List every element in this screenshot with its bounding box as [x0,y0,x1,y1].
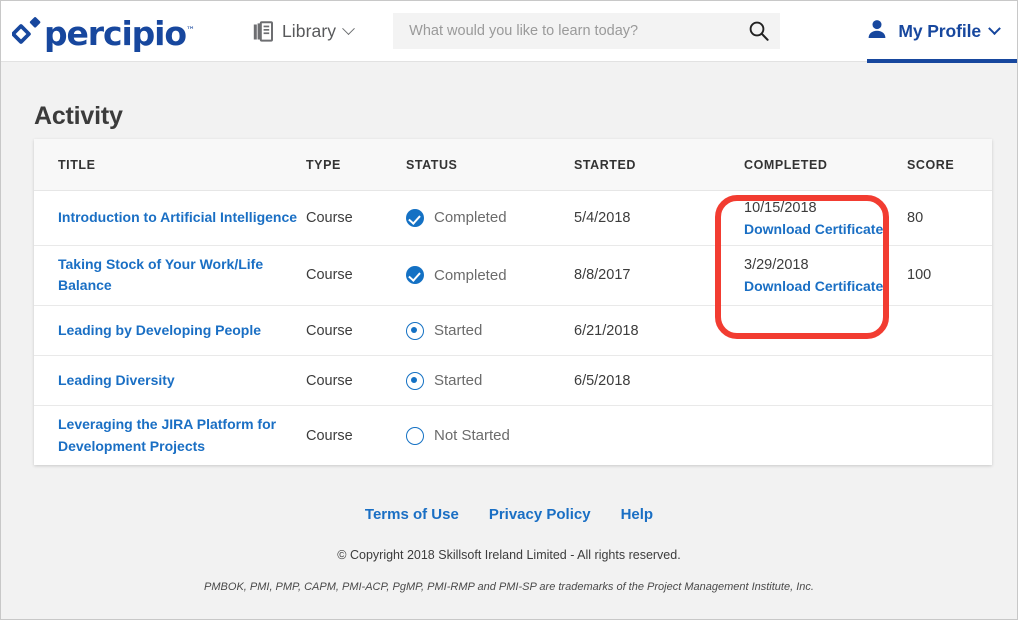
footer-copyright: © Copyright 2018 Skillsoft Ireland Limit… [1,548,1017,562]
footer-link-terms-of-use[interactable]: Terms of Use [365,506,459,523]
table-body: Introduction to Artificial Intelligence C… [34,190,992,465]
cell-completed: 10/15/2018 Download Certificate [744,190,907,245]
course-title-link[interactable]: Introduction to Artificial Intelligence [58,207,297,229]
cell-title: Taking Stock of Your Work/Life Balance [34,245,306,305]
radio-dot-icon [406,322,424,340]
profile-label: My Profile [898,21,981,42]
status-label: Not Started [434,427,510,444]
browser-viewport: percipio™ Library [0,0,1018,620]
cell-status: Not Started [406,406,574,466]
cell-completed: 3/29/2018 Download Certificate [744,245,907,305]
nav-library-menu[interactable]: Library [253,8,353,54]
percipio-logo[interactable]: percipio™ [12,8,195,54]
percipio-diamond-logo [12,16,43,46]
cell-score: 80 [907,190,992,245]
table-row: Leading Diversity Course Started 6/5/2018 [34,356,992,406]
table-header: TITLE TYPE STATUS STARTED COMPLETED SCOR… [34,139,992,190]
cell-score [907,306,992,356]
table-row: Leveraging the JIRA Platform for Develop… [34,406,992,466]
column-header-completed: COMPLETED [744,139,907,190]
status-badge: Not Started [406,427,574,445]
completed-date: 10/15/2018 [744,199,907,217]
column-header-type: TYPE [306,139,406,190]
cell-started [574,406,744,466]
table-header-row: TITLE TYPE STATUS STARTED COMPLETED SCOR… [34,139,992,190]
course-title-link[interactable]: Leading by Developing People [58,320,261,342]
cell-started: 6/5/2018 [574,356,744,406]
course-title-link[interactable]: Leading Diversity [58,370,175,392]
cell-type: Course [306,356,406,406]
profile-menu[interactable]: My Profile [866,1,999,62]
chevron-down-icon [988,22,1001,35]
chevron-down-icon [342,22,355,35]
column-header-title: TITLE [34,139,306,190]
footer-link-privacy-policy[interactable]: Privacy Policy [489,506,591,523]
trademark-symbol: ™ [186,26,195,36]
cell-type: Course [306,245,406,305]
site-footer: Terms of Use Privacy Policy Help © Copyr… [1,506,1017,593]
search-input[interactable] [407,22,747,40]
footer-link-help[interactable]: Help [621,506,654,523]
status-badge: Started [406,322,574,340]
site-header: percipio™ Library [1,1,1017,62]
circle-empty-icon [406,427,424,445]
status-label: Started [434,372,482,389]
status-badge: Completed [406,266,574,284]
cell-score [907,406,992,466]
cell-title: Introduction to Artificial Intelligence [34,190,306,245]
table-row: Taking Stock of Your Work/Life BalanceCo… [34,245,992,305]
page-title: Activity [34,102,123,131]
footer-trademark: PMBOK, PMI, PMP, CAPM, PMI-ACP, PgMP, PM… [1,581,1017,593]
cell-type: Course [306,306,406,356]
completed-date: 3/29/2018 [744,256,907,274]
activity-card: TITLE TYPE STATUS STARTED COMPLETED SCOR… [34,139,992,465]
cell-type: Course [306,406,406,466]
cell-status: Started [406,356,574,406]
column-header-status: STATUS [406,139,574,190]
status-badge: Started [406,372,574,390]
download-certificate-link[interactable]: Download Certificate [744,278,907,294]
check-circle-filled-icon [406,266,424,284]
cell-status: Completed [406,190,574,245]
cell-completed [744,306,907,356]
status-label: Completed [434,209,507,226]
cell-started: 5/4/2018 [574,190,744,245]
library-books-icon [253,21,273,42]
active-nav-indicator [867,59,1018,63]
cell-title: Leveraging the JIRA Platform for Develop… [34,406,306,466]
search-icon [748,20,770,42]
cell-completed [744,356,907,406]
cell-status: Completed [406,245,574,305]
column-header-started: STARTED [574,139,744,190]
course-title-link[interactable]: Taking Stock of Your Work/Life Balance [58,254,306,297]
person-avatar-icon [866,18,888,45]
status-label: Started [434,322,482,339]
column-header-score: SCORE [907,139,992,190]
cell-score [907,356,992,406]
search-button[interactable] [748,20,770,42]
cell-started: 8/8/2017 [574,245,744,305]
radio-dot-icon [406,372,424,390]
percipio-wordmark: percipio™ [44,17,195,50]
cell-type: Course [306,190,406,245]
cell-title: Leading Diversity [34,356,306,406]
status-badge: Completed [406,209,574,227]
table-row: Introduction to Artificial Intelligence C… [34,190,992,245]
activity-table: TITLE TYPE STATUS STARTED COMPLETED SCOR… [34,139,992,465]
course-title-link[interactable]: Leveraging the JIRA Platform for Develop… [58,414,306,457]
nav-library-label: Library [282,21,336,42]
cell-title: Leading by Developing People [34,306,306,356]
cell-started: 6/21/2018 [574,306,744,356]
check-circle-filled-icon [406,209,424,227]
cell-status: Started [406,306,574,356]
search-bar[interactable] [393,13,780,49]
cell-completed [744,406,907,466]
status-label: Completed [434,267,507,284]
footer-links: Terms of Use Privacy Policy Help [1,506,1017,523]
table-row: Leading by Developing People Course Starte… [34,306,992,356]
download-certificate-link[interactable]: Download Certificate [744,221,907,237]
cell-score: 100 [907,245,992,305]
